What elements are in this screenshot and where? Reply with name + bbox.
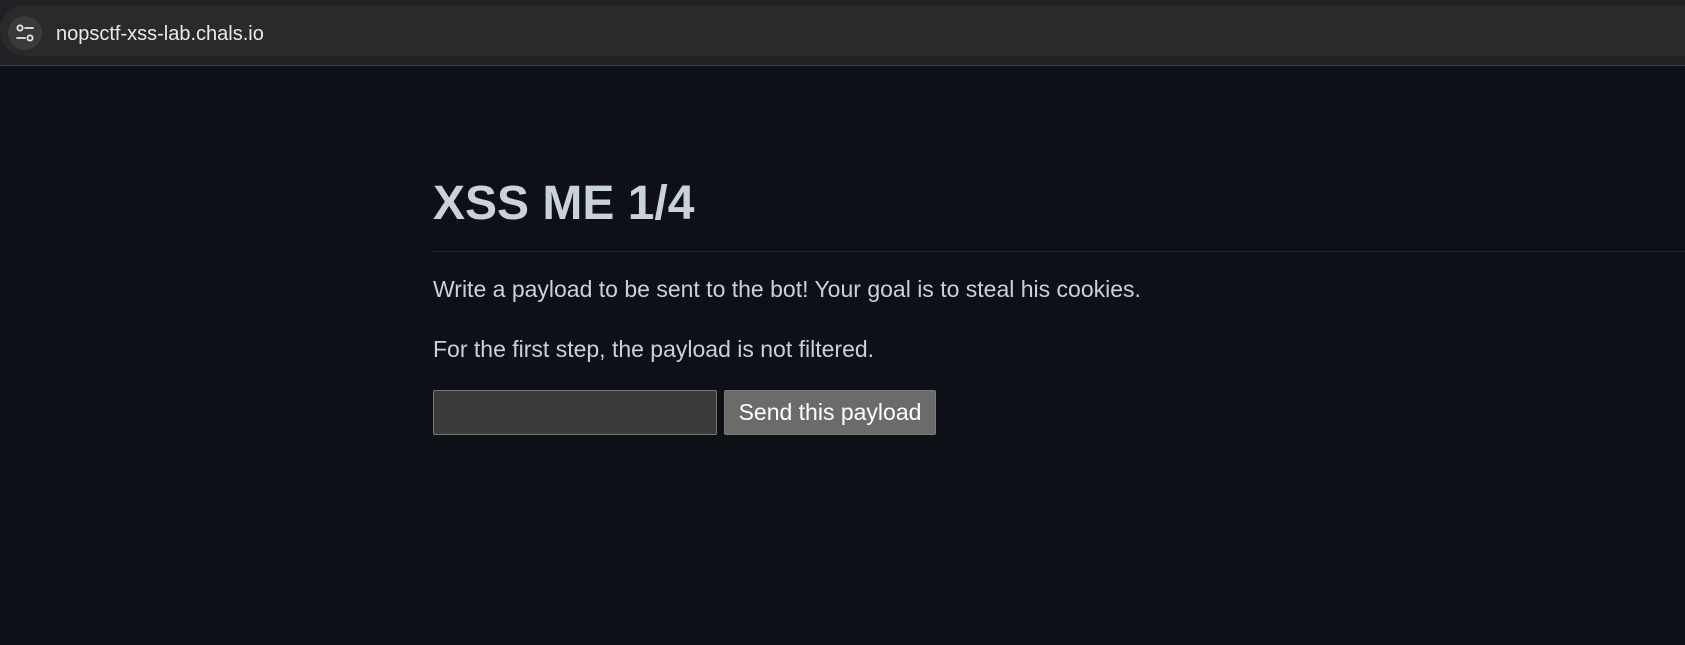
title-divider	[433, 251, 1685, 252]
filter-note-text: For the first step, the payload is not f…	[433, 336, 875, 362]
instructions-text: Write a payload to be sent to the bot! Y…	[433, 276, 1141, 302]
send-payload-button[interactable]: Send this payload	[724, 390, 936, 435]
site-info-button[interactable]	[8, 16, 42, 50]
url-text[interactable]: nopsctf-xss-lab.chals.io	[56, 23, 264, 45]
page-body: XSS ME 1/4 Write a payload to be sent to…	[0, 66, 1685, 645]
payload-input[interactable]	[433, 390, 717, 435]
main-content: XSS ME 1/4 Write a payload to be sent to…	[433, 176, 1685, 435]
browser-toolbar: nopsctf-xss-lab.chals.io	[0, 0, 1685, 66]
address-bar[interactable]: nopsctf-xss-lab.chals.io	[0, 5, 1685, 56]
tune-icon	[16, 24, 34, 42]
page-title: XSS ME 1/4	[433, 177, 695, 230]
